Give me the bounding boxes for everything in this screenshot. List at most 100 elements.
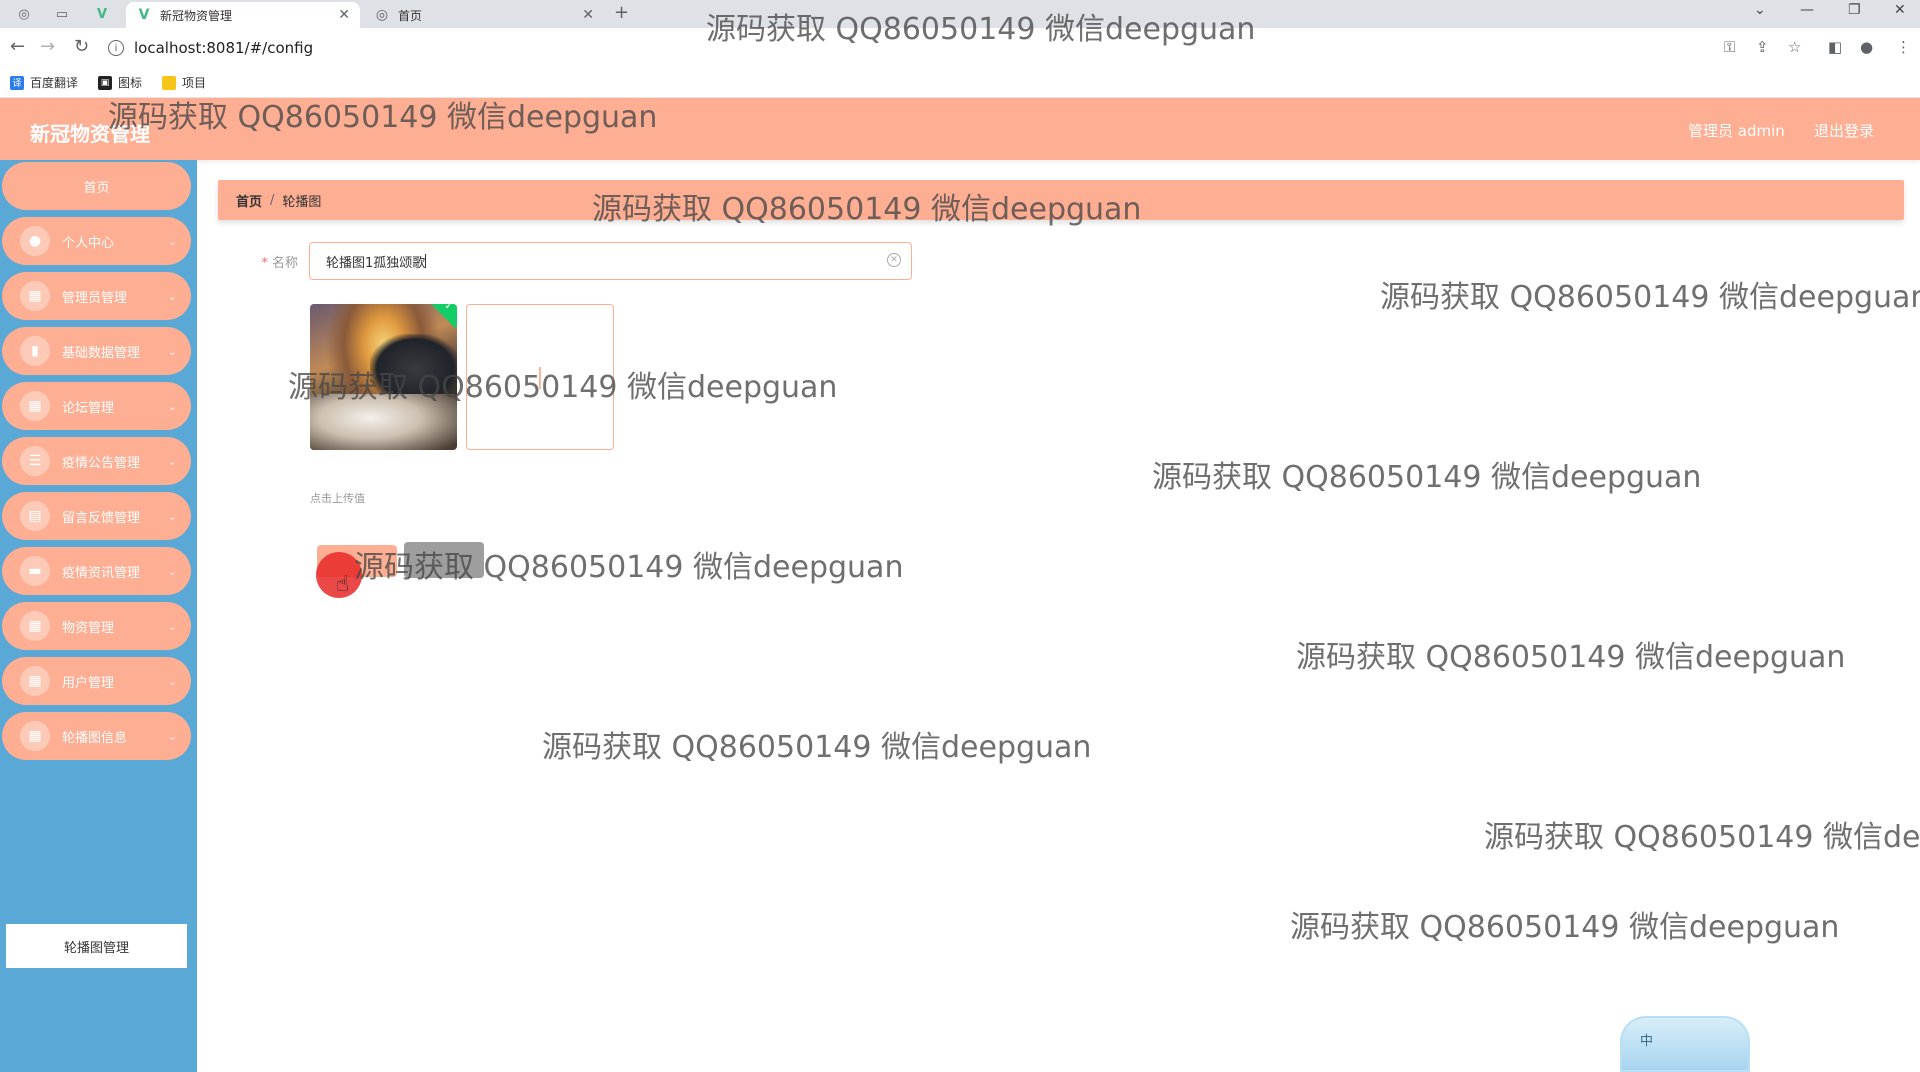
name-label-text: 名称 xyxy=(271,256,298,271)
clipboard-icon: ▤ xyxy=(20,501,50,531)
sidebar-item-users[interactable]: ▦ 用户管理 ⌄ xyxy=(2,657,191,705)
bookmark-translate[interactable]: 译 百度翻译 xyxy=(10,74,78,91)
upload-success-icon: ✓ xyxy=(426,304,457,329)
tab-label: 首页 xyxy=(398,8,423,23)
sidebar-item-forum[interactable]: ▦ 论坛管理 ⌄ xyxy=(2,382,191,430)
key-icon[interactable]: ⚿ xyxy=(1724,38,1735,56)
globe-icon[interactable]: ◎ xyxy=(14,3,34,25)
watermark: 源码获取 QQ86050149 微信deepguan xyxy=(1290,910,1840,945)
grid-icon: ▦ xyxy=(20,281,50,311)
restore-icon[interactable]: ❐ xyxy=(1848,2,1861,18)
back-icon[interactable]: ← xyxy=(10,36,25,57)
sidebar-item-label: 轮播图信息 xyxy=(62,730,128,746)
grid-icon: ▦ xyxy=(20,721,50,751)
app-header: 新冠物资管理 管理员 admin 退出登录 xyxy=(0,98,1920,160)
close-icon[interactable]: ✕ xyxy=(338,7,350,23)
blank-tab-icon[interactable]: ▭ xyxy=(52,3,72,25)
breadcrumb-separator: / xyxy=(270,192,275,208)
chevron-down-icon: ⌄ xyxy=(167,454,177,468)
window-close-icon[interactable]: ✕ xyxy=(1894,2,1906,18)
bookmark-icons[interactable]: ▣ 图标 xyxy=(98,74,142,91)
text-caret xyxy=(425,254,427,268)
sidebar-item-news[interactable]: ▬ 疫情资讯管理 ⌄ xyxy=(2,547,191,595)
minimize-icon[interactable]: — xyxy=(1800,2,1814,18)
side-panel-icon[interactable]: ◧ xyxy=(1828,38,1842,56)
required-mark: * xyxy=(261,256,268,271)
sidebar-item-admins[interactable]: ▦ 管理员管理 ⌄ xyxy=(2,272,191,320)
sidebar-item-carousel[interactable]: ▦ 轮播图信息 ⌄ xyxy=(2,712,191,760)
bookmarks-bar: 译 百度翻译 ▣ 图标 项目 xyxy=(0,68,1920,98)
browser-toolbar: ← → ↻ i localhost:8081/#/config ⚿ ⇪ ☆ ◧ … xyxy=(0,28,1920,68)
breadcrumb: 首页 / 轮播图 xyxy=(218,180,1904,220)
sidebar-item-label: 用户管理 xyxy=(62,675,115,691)
folder-icon xyxy=(162,75,177,90)
chevron-down-icon: ⌄ xyxy=(167,344,177,358)
user-icon: ● xyxy=(20,226,50,256)
chevron-down-icon: ⌄ xyxy=(167,509,177,523)
bookmark-label: 百度翻译 xyxy=(30,76,79,90)
sidebar-item-profile[interactable]: ● 个人中心 ⌄ xyxy=(2,217,191,265)
submenu-carousel-management[interactable]: 轮播图管理 xyxy=(6,924,187,968)
grid-icon: ▦ xyxy=(20,611,50,641)
document-icon: ▬ xyxy=(20,556,50,586)
globe-icon: ◎ xyxy=(375,7,389,23)
logout-link[interactable]: 退出登录 xyxy=(1814,120,1874,141)
star-icon[interactable]: ☆ xyxy=(1788,38,1801,56)
menu-kebab-icon[interactable]: ⋮ xyxy=(1896,38,1911,56)
sidebar-item-label: 个人中心 xyxy=(62,235,115,251)
tab-inactive[interactable]: ◎ 首页 ✕ xyxy=(364,2,604,28)
sidebar-item-supplies[interactable]: ▦ 物资管理 ⌄ xyxy=(2,602,191,650)
thumbnail-wave-shape xyxy=(310,394,457,450)
ime-toolbar[interactable]: 中 xyxy=(1620,1016,1750,1072)
chevron-down-icon: ⌄ xyxy=(167,289,177,303)
forward-icon[interactable]: → xyxy=(40,36,55,57)
upload-trigger[interactable]: | xyxy=(466,304,614,450)
ime-mode: 中 xyxy=(1640,1034,1654,1049)
watermark: 源码获取 QQ86050149 微信deepguan xyxy=(1380,280,1920,315)
chevron-down-icon: ⌄ xyxy=(167,234,177,248)
sidebar-item-label: 留言反馈管理 xyxy=(62,510,141,526)
sidebar-item-home[interactable]: 首页 xyxy=(2,162,191,210)
clear-icon[interactable]: ✕ xyxy=(887,253,901,267)
info-icon[interactable]: i xyxy=(108,40,124,56)
sidebar-item-basic-data[interactable]: ▮ 基础数据管理 ⌄ xyxy=(2,327,191,375)
name-input[interactable]: 轮播图1孤独颂歌 ✕ xyxy=(309,242,912,280)
tab-active[interactable]: V 新冠物资管理 ✕ xyxy=(126,2,360,28)
sidebar-item-label: 疫情资讯管理 xyxy=(62,565,141,581)
url-text: localhost:8081/#/config xyxy=(134,39,314,57)
watermark: 源码获取 QQ86050149 微信dee xyxy=(1484,820,1920,855)
chevron-up-icon: ⌄ xyxy=(167,729,177,743)
reload-icon[interactable]: ↻ xyxy=(74,36,89,57)
watermark: 源码获取 QQ86050149 微信deepguan xyxy=(1152,460,1702,495)
watermark-part: QQ86050149 微信deepguan xyxy=(483,550,904,585)
uploaded-image-thumbnail[interactable]: ✓ xyxy=(310,304,457,450)
vue-logo-icon: V xyxy=(138,7,150,23)
translate-icon: 译 xyxy=(10,75,24,90)
sidebar-item-feedback[interactable]: ▤ 留言反馈管理 ⌄ xyxy=(2,492,191,540)
chevron-down-icon: ⌄ xyxy=(167,619,177,633)
breadcrumb-home[interactable]: 首页 xyxy=(236,191,262,210)
close-icon[interactable]: ✕ xyxy=(582,7,594,23)
watermark: 源码获取 QQ86050149 微信deepguan xyxy=(542,730,1092,765)
new-tab-button[interactable]: + xyxy=(614,2,629,23)
app-title: 新冠物资管理 xyxy=(30,122,150,146)
upload-tip: 点击上传值 xyxy=(310,492,365,505)
vue-logo-icon[interactable]: V xyxy=(92,3,112,25)
bar-chart-icon: ▮ xyxy=(20,336,50,366)
name-label: * 名称 xyxy=(250,252,298,271)
sidebar-item-announcements[interactable]: ☰ 疫情公告管理 ⌄ xyxy=(2,437,191,485)
tab-label: 新冠物资管理 xyxy=(160,8,233,23)
plus-icon: | xyxy=(536,364,544,390)
chevron-down-icon: ⌄ xyxy=(167,399,177,413)
profile-icon[interactable]: ● xyxy=(1860,38,1873,56)
grid-icon: ▦ xyxy=(20,391,50,421)
image-icon: ▣ xyxy=(98,75,113,90)
address-bar[interactable]: i localhost:8081/#/config xyxy=(108,34,1708,62)
share-icon[interactable]: ⇪ xyxy=(1756,38,1769,56)
sidebar-item-label: 论坛管理 xyxy=(62,400,115,416)
cancel-button[interactable] xyxy=(404,542,484,578)
sidebar: 首页 ● 个人中心 ⌄ ▦ 管理员管理 ⌄ ▮ 基础数据管理 ⌄ ▦ 论坛管理 … xyxy=(0,160,197,1072)
bookmark-project[interactable]: 项目 xyxy=(162,74,206,91)
current-user: 管理员 admin xyxy=(1688,122,1785,140)
tab-search-icon[interactable]: ⌄ xyxy=(1754,2,1766,18)
